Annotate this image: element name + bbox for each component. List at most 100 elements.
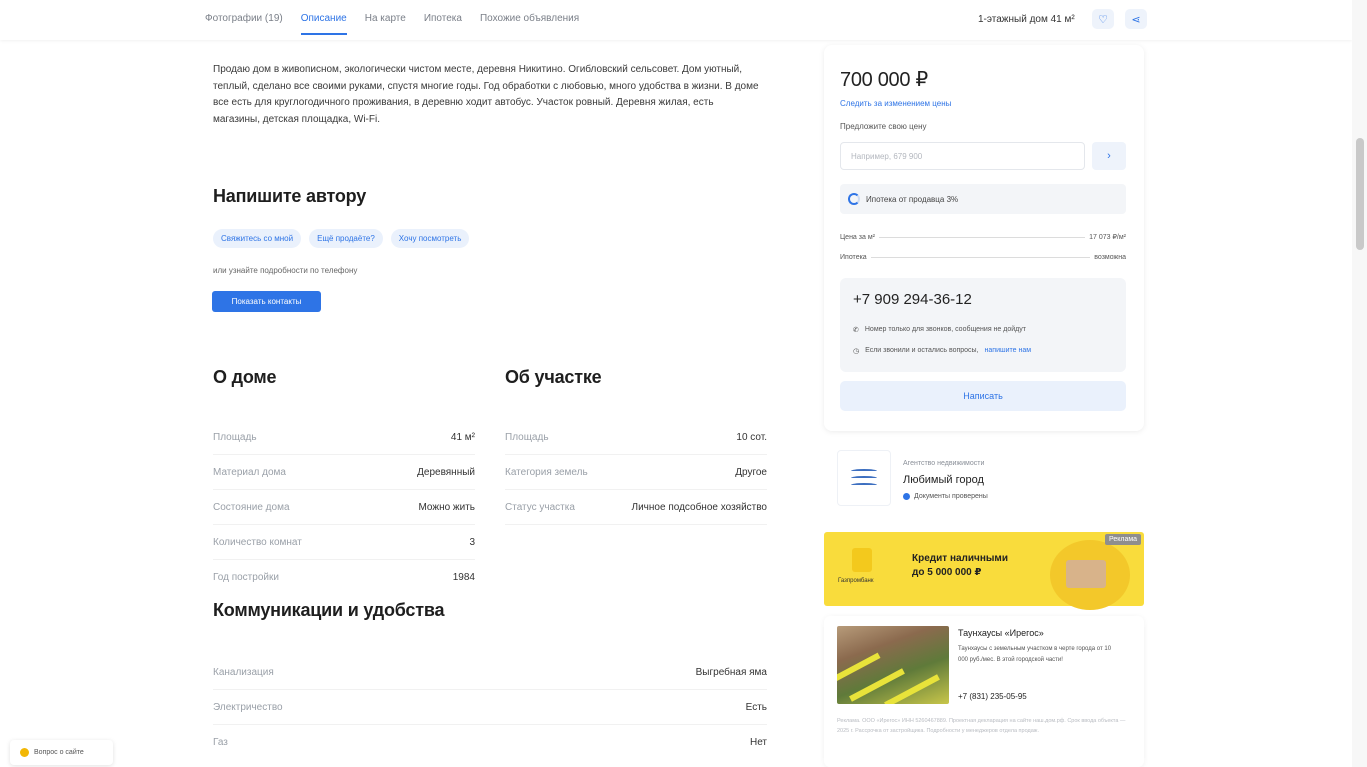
- table-row: Статус участка Личное подсобное хозяйство: [505, 490, 767, 525]
- offer-label: Предложите свою цену: [840, 122, 927, 131]
- ad-phone[interactable]: +7 (831) 235-05-95: [958, 692, 1027, 701]
- feedback-icon: [20, 748, 29, 757]
- top-navigation: Фотографии (19) Описание На карте Ипотек…: [0, 0, 1352, 40]
- property-label: Состояние дома: [213, 501, 290, 513]
- ad-tag: Реклама: [1105, 534, 1142, 545]
- table-row: Количество комнат 3: [213, 525, 475, 560]
- property-value: 1984: [452, 572, 475, 583]
- write-author-title: Напишите автору: [213, 186, 367, 206]
- offer-price-input[interactable]: Например, 679 900: [840, 142, 1085, 170]
- property-label: Количество комнат: [213, 536, 302, 548]
- table-row: Канализация Выгребная яма: [213, 655, 767, 690]
- loading-icon: [848, 193, 860, 205]
- property-label: Категория земель: [505, 466, 588, 478]
- share-button[interactable]: ⋖: [1125, 9, 1147, 29]
- property-label: Канализация: [213, 666, 274, 678]
- verified-icon: [903, 493, 910, 500]
- table-row: Площадь 41 м²: [213, 420, 475, 455]
- phone-note-questions: ◷ Если звонили и остались вопросы, напишит…: [853, 347, 1032, 355]
- property-value: Деревянный: [417, 466, 475, 478]
- tab-similar[interactable]: Похожие объявления: [480, 13, 579, 35]
- scrollbar[interactable]: [1352, 0, 1367, 767]
- property-value: Нет: [749, 737, 767, 748]
- share-icon: ⋖: [1131, 13, 1141, 26]
- property-value: Есть: [745, 701, 767, 713]
- kv-label: Ипотека: [840, 254, 867, 261]
- property-label: Год постройки: [213, 572, 279, 583]
- mortgage-offer[interactable]: Ипотека от продавца 3%: [840, 184, 1126, 214]
- plot-properties: Площадь 10 сот. Категория земель Другое Ст…: [505, 420, 767, 525]
- ad-photo[interactable]: [837, 626, 949, 704]
- utilities-properties: Канализация Выгребная яма Электричество Ес…: [213, 655, 767, 760]
- property-label: Площадь: [505, 431, 549, 443]
- write-us-link[interactable]: напишите нам: [985, 347, 1032, 355]
- clock-icon: ◷: [853, 348, 860, 355]
- plot-section-title: Об участке: [505, 367, 602, 387]
- show-contacts-button[interactable]: Показать контакты: [212, 291, 321, 312]
- property-label: Площадь: [213, 431, 257, 443]
- price: 700 000 ₽: [840, 69, 928, 91]
- chip-still-selling[interactable]: Ещё продаёте?: [309, 229, 383, 248]
- property-label: Электричество: [213, 701, 283, 713]
- offer-send-button[interactable]: ›: [1092, 142, 1126, 170]
- arrow-right-icon: ›: [1107, 150, 1111, 162]
- ad-description: Таунхаусы с земельным участком в черте г…: [958, 646, 1112, 663]
- property-value: Личное подсобное хозяйство: [631, 501, 767, 513]
- write-message-button[interactable]: Написать: [840, 381, 1126, 411]
- house-properties: Площадь 41 м² Материал дома Деревянный Сос…: [213, 420, 475, 595]
- property-label: Газ: [213, 737, 228, 748]
- listing-short-title: 1-этажный дом 41 м²: [978, 14, 1075, 25]
- chip-contact-me[interactable]: Свяжитесь со мной: [213, 229, 302, 248]
- table-row: Электричество Есть: [213, 690, 767, 725]
- tab-map[interactable]: На карте: [365, 13, 406, 35]
- quick-message-chips: Свяжитесь со мной Ещё продаёте? Хочу пос…: [213, 229, 470, 248]
- house-section-title: О доме: [213, 367, 277, 387]
- mortgage-offer-label: Ипотека от продавца 3%: [866, 194, 959, 204]
- property-value: 41 м²: [450, 431, 475, 443]
- property-label: Статус участка: [505, 501, 575, 513]
- ad-title[interactable]: Таунхаусы «Ирегос»: [958, 628, 1044, 638]
- phone-note: или узнайте подробности по телефону: [213, 266, 358, 275]
- chip-want-to-view[interactable]: Хочу посмотреть: [390, 229, 470, 248]
- ad-disclaimer: Реклама. ООО «Ирегос» ИНН 5260467889. Пр…: [837, 718, 1126, 734]
- banner-text: Кредит наличными до 5 000 000 ₽: [912, 553, 1008, 578]
- price-watch-link[interactable]: Следить за изменением цены: [840, 99, 951, 108]
- agency-name[interactable]: Любимый город: [903, 474, 984, 486]
- property-value: 10 сот.: [736, 431, 767, 443]
- agency-logo[interactable]: [837, 450, 891, 506]
- tab-mortgage[interactable]: Ипотека: [424, 13, 462, 35]
- phone-icon: ✆: [853, 327, 859, 334]
- agency-type: Агентство недвижимости: [903, 460, 985, 467]
- table-row: Площадь 10 сот.: [505, 420, 767, 455]
- house-image: [1066, 560, 1106, 588]
- property-value: Выгребная яма: [695, 666, 767, 678]
- table-row: Категория земель Другое: [505, 455, 767, 490]
- bank-logo-icon: [852, 548, 872, 572]
- table-row: Материал дома Деревянный: [213, 455, 475, 490]
- site-feedback-button[interactable]: Вопрос о сайте: [10, 740, 113, 765]
- tab-photos[interactable]: Фотографии (19): [205, 13, 283, 35]
- favorite-button[interactable]: ♡: [1092, 9, 1114, 29]
- heart-icon: ♡: [1098, 13, 1108, 26]
- table-row: Год постройки 1984: [213, 560, 475, 595]
- listing-description: Продаю дом в живописном, экологически чи…: [213, 64, 759, 125]
- property-label: Материал дома: [213, 466, 286, 478]
- phone-note-calls: ✆ Номер только для звонков, сообщения не …: [853, 326, 1026, 334]
- bank-logo-text: Газпромбанк: [838, 578, 874, 584]
- mortgage-row: Ипотека возможна: [840, 254, 1126, 261]
- property-value: Можно жить: [418, 501, 475, 513]
- section-tabs: Фотографии (19) Описание На карте Ипотек…: [205, 13, 579, 35]
- scrollbar-thumb[interactable]: [1356, 138, 1364, 250]
- property-value: Другое: [735, 466, 767, 478]
- kv-value: 17 073 ₽/м²: [1089, 234, 1126, 241]
- utilities-section-title: Коммуникации и удобства: [213, 600, 445, 620]
- table-row: Состояние дома Можно жить: [213, 490, 475, 525]
- kv-label: Цена за м²: [840, 233, 875, 241]
- price-per-meter-row: Цена за м² 17 073 ₽/м²: [840, 233, 1126, 242]
- kv-value: возможна: [1094, 254, 1126, 261]
- agency-verified: Документы проверены: [903, 493, 988, 500]
- tab-description[interactable]: Описание: [300, 13, 347, 35]
- table-row: Газ Нет: [213, 725, 767, 760]
- phone-number[interactable]: +7 909 294-36-12: [853, 291, 972, 308]
- property-value: 3: [469, 536, 475, 548]
